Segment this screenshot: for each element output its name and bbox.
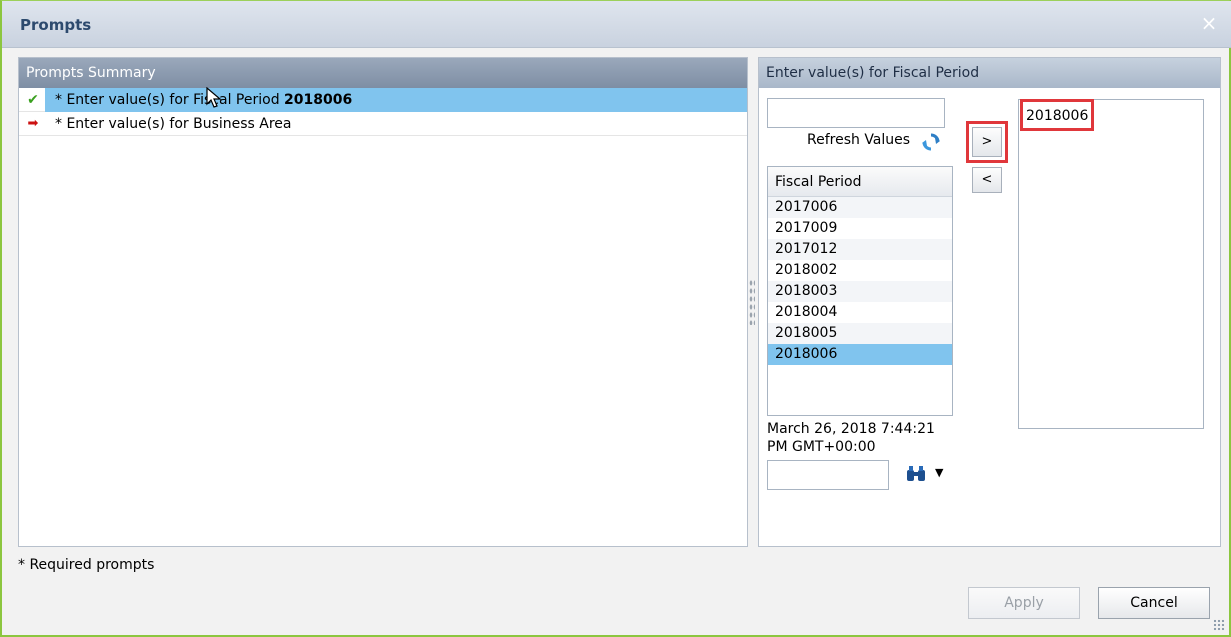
summary-row-value: 2018006 (284, 92, 353, 108)
list-item[interactable]: 2018002 (768, 260, 952, 281)
summary-row-business-area[interactable]: ➡ * Enter value(s) for Business Area (19, 112, 747, 136)
remove-value-button[interactable]: < (972, 167, 1002, 193)
list-column-header: Fiscal Period (768, 167, 952, 197)
search-values-input[interactable] (767, 98, 945, 128)
fiscal-period-values-list: Fiscal Period 2017006 2017009 2017012 20… (767, 166, 953, 416)
timestamp-line: PM GMT+00:00 (767, 439, 876, 455)
refresh-values-label[interactable]: Refresh Values (807, 132, 910, 148)
check-icon: ✔ (27, 92, 39, 108)
timestamp-line: March 26, 2018 7:44:21 (767, 421, 935, 437)
close-icon[interactable]: × (1199, 13, 1219, 33)
prompt-values-header: Enter value(s) for Fiscal Period (759, 58, 1220, 88)
prompts-summary-header: Prompts Summary (19, 58, 747, 88)
filter-input[interactable] (767, 460, 889, 490)
list-item-selected[interactable]: 2018006 (768, 344, 952, 365)
required-prompts-note: * Required prompts (18, 557, 155, 573)
list-item[interactable]: 2018003 (768, 281, 952, 302)
refresh-icon[interactable] (921, 132, 941, 152)
mouse-pointer-icon (206, 87, 222, 108)
apply-button[interactable]: Apply (968, 587, 1080, 619)
summary-row-label: * Enter value(s) for Business Area (55, 116, 292, 132)
prompts-dialog: Prompts × Prompts Summary ✔ * Enter valu… (0, 0, 1231, 637)
prompt-values-panel: Enter value(s) for Fiscal Period Refresh… (758, 57, 1221, 547)
resize-grip[interactable] (1213, 619, 1225, 631)
highlight-box (1020, 99, 1094, 131)
chevron-down-icon[interactable]: ▼ (935, 466, 943, 479)
red-arrow-icon: ➡ (27, 116, 39, 131)
list-item[interactable]: 2018004 (768, 302, 952, 323)
dialog-title: Prompts (20, 16, 92, 34)
highlight-box (966, 121, 1008, 163)
cancel-button[interactable]: Cancel (1098, 587, 1210, 619)
last-refresh-timestamp: March 26, 2018 7:44:21 PM GMT+00:00 (767, 420, 967, 456)
dialog-titlebar: Prompts × (2, 1, 1231, 48)
list-item[interactable]: 2017009 (768, 218, 952, 239)
selected-values-list: 2018006 (1018, 99, 1204, 429)
list-item[interactable]: 2018005 (768, 323, 952, 344)
binoculars-icon[interactable] (905, 464, 927, 484)
summary-row-label: * Enter value(s) for Fiscal Period 20180… (45, 88, 747, 112)
panel-splitter-handle[interactable] (749, 279, 755, 325)
list-item[interactable]: 2017006 (768, 197, 952, 218)
summary-row-fiscal-period[interactable]: ✔ * Enter value(s) for Fiscal Period 201… (19, 88, 747, 112)
list-item[interactable]: 2017012 (768, 239, 952, 260)
prompts-summary-panel: Prompts Summary ✔ * Enter value(s) for F… (18, 57, 748, 547)
